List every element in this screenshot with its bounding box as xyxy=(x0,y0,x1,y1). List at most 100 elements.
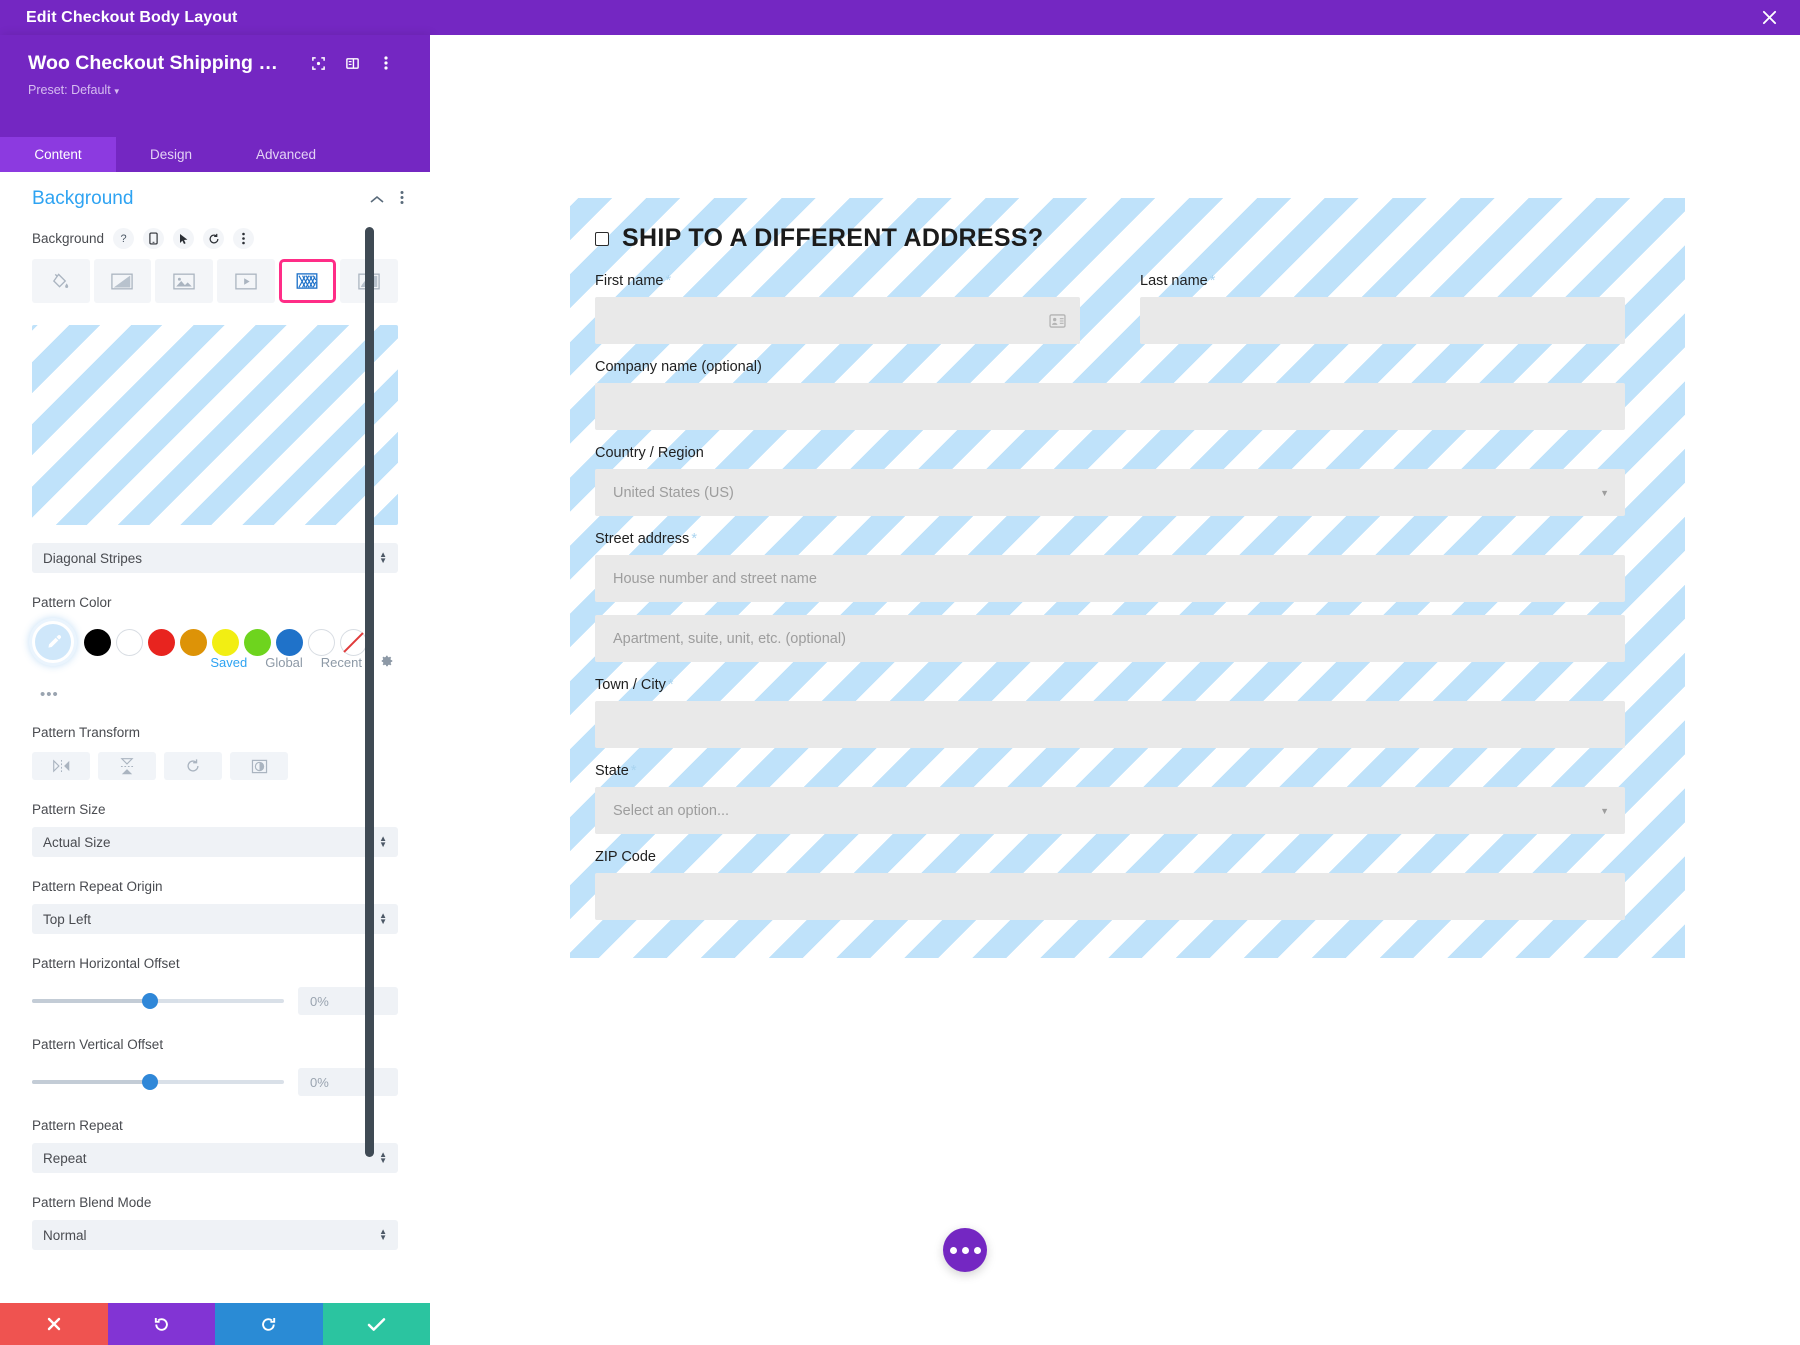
state-value: Select an option... xyxy=(613,803,729,819)
pattern-color-label: Pattern Color xyxy=(32,595,398,610)
more-colors-icon[interactable]: ••• xyxy=(40,686,59,703)
pattern-repeat-origin-label: Pattern Repeat Origin xyxy=(32,879,398,894)
swatch-transparent[interactable] xyxy=(340,629,367,656)
slider-fill xyxy=(32,999,150,1003)
background-pattern-tab[interactable] xyxy=(279,259,337,303)
horizontal-offset-input[interactable]: 0% xyxy=(298,987,398,1015)
preset-label: Preset: Default xyxy=(28,83,111,97)
pattern-blend-mode-select[interactable]: Normal xyxy=(32,1220,398,1250)
reset-icon[interactable] xyxy=(203,228,224,249)
rotate-button[interactable] xyxy=(164,752,222,780)
divi-builder-modal: Edit Checkout Body Layout Woo Checkout S… xyxy=(0,0,1800,1345)
state-select[interactable]: Select an option... ▼ xyxy=(595,787,1625,834)
city-group: Town / City* xyxy=(595,677,1625,748)
modal-title: Edit Checkout Body Layout xyxy=(26,9,237,27)
background-video-tab[interactable] xyxy=(217,259,275,303)
required-mark: * xyxy=(691,531,697,547)
background-label: Background xyxy=(32,231,104,246)
city-label-text: Town / City xyxy=(595,677,666,693)
background-image-tab[interactable] xyxy=(155,259,213,303)
zip-input[interactable] xyxy=(595,873,1625,920)
swatch-empty-white[interactable] xyxy=(308,629,335,656)
color-tab-saved[interactable]: Saved xyxy=(210,655,247,670)
tab-advanced[interactable]: Advanced xyxy=(226,137,346,172)
contact-card-icon[interactable] xyxy=(1049,314,1066,328)
address-line-2-input[interactable]: Apartment, suite, unit, etc. (optional) xyxy=(595,615,1625,662)
swatch-black[interactable] xyxy=(84,629,111,656)
cancel-button[interactable] xyxy=(0,1303,108,1345)
page-settings-fab[interactable] xyxy=(943,1228,987,1272)
vertical-offset-slider[interactable] xyxy=(32,1080,284,1084)
ship-to-different-address-checkbox[interactable] xyxy=(595,232,609,246)
country-label: Country / Region xyxy=(595,445,1625,461)
focus-target-icon[interactable] xyxy=(304,49,332,77)
horizontal-offset-slider[interactable] xyxy=(32,999,284,1003)
more-options-icon[interactable] xyxy=(400,190,404,209)
background-section-header[interactable]: Background xyxy=(0,172,430,214)
state-group: State* Select an option... ▼ xyxy=(595,763,1625,834)
first-name-label: First name* xyxy=(595,273,1080,289)
address-line-2-placeholder: Apartment, suite, unit, etc. (optional) xyxy=(613,631,846,647)
panel-header: Woo Checkout Shipping Set... xyxy=(0,35,430,137)
company-input[interactable] xyxy=(595,383,1625,430)
more-options-icon[interactable] xyxy=(233,228,254,249)
pattern-repeat-origin-select[interactable]: Top Left xyxy=(32,904,398,934)
swatch-blue[interactable] xyxy=(276,629,303,656)
swatch-orange[interactable] xyxy=(180,629,207,656)
chevron-up-icon[interactable] xyxy=(370,192,384,207)
swatch-red[interactable] xyxy=(148,629,175,656)
last-name-input[interactable] xyxy=(1140,297,1625,344)
tab-content[interactable]: Content xyxy=(0,137,116,172)
pattern-size-select[interactable]: Actual Size xyxy=(32,827,398,857)
color-tab-global[interactable]: Global xyxy=(265,655,303,670)
pattern-repeat-label: Pattern Repeat xyxy=(32,1118,398,1133)
pattern-vertical-offset-label: Pattern Vertical Offset xyxy=(32,1037,398,1052)
swatch-yellow[interactable] xyxy=(212,629,239,656)
responsive-phone-icon[interactable] xyxy=(143,228,164,249)
pattern-transform-label: Pattern Transform xyxy=(32,725,398,740)
preset-selector[interactable]: Preset: Default▼ xyxy=(28,83,410,97)
redo-button[interactable] xyxy=(215,1303,323,1345)
slider-knob[interactable] xyxy=(142,1074,158,1090)
country-value: United States (US) xyxy=(613,485,734,501)
panel-scrollbar[interactable] xyxy=(365,227,374,1157)
tab-design[interactable]: Design xyxy=(116,137,226,172)
swatch-white[interactable] xyxy=(116,629,143,656)
pattern-style-select[interactable]: Diagonal Stripes xyxy=(32,543,398,573)
pattern-transform-buttons xyxy=(32,752,398,780)
zip-label: ZIP Code xyxy=(595,849,1625,865)
last-name-label-text: Last name xyxy=(1140,273,1208,289)
name-row: First name* Last name* xyxy=(595,273,1625,344)
street-address-input[interactable]: House number and street name xyxy=(595,555,1625,602)
hover-cursor-icon[interactable] xyxy=(173,228,194,249)
invert-button[interactable] xyxy=(230,752,288,780)
color-tab-recent[interactable]: Recent xyxy=(321,655,362,670)
country-select[interactable]: United States (US) ▼ xyxy=(595,469,1625,516)
pattern-repeat-select[interactable]: Repeat xyxy=(32,1143,398,1173)
slider-knob[interactable] xyxy=(142,993,158,1009)
layout-columns-icon[interactable] xyxy=(338,49,366,77)
undo-button[interactable] xyxy=(108,1303,216,1345)
chevron-down-icon: ▼ xyxy=(1600,806,1609,816)
flip-vertical-button[interactable] xyxy=(98,752,156,780)
first-name-input[interactable] xyxy=(595,297,1080,344)
city-input[interactable] xyxy=(595,701,1625,748)
close-icon[interactable] xyxy=(1756,5,1782,31)
city-label: Town / City* xyxy=(595,677,1625,693)
swatch-green[interactable] xyxy=(244,629,271,656)
street-address-label: Street address* xyxy=(595,531,1625,547)
vertical-offset-input[interactable]: 0% xyxy=(298,1068,398,1096)
save-button[interactable] xyxy=(323,1303,431,1345)
help-icon[interactable]: ? xyxy=(113,228,134,249)
gear-icon[interactable] xyxy=(380,654,394,671)
state-label: State* xyxy=(595,763,1625,779)
checkout-shipping-section: SHIP TO A DIFFERENT ADDRESS? First name* xyxy=(570,198,1685,958)
slider-fill xyxy=(32,1080,150,1084)
flip-horizontal-button[interactable] xyxy=(32,752,90,780)
required-mark: * xyxy=(1210,273,1216,289)
background-color-tab[interactable] xyxy=(32,259,90,303)
last-name-label: Last name* xyxy=(1140,273,1625,289)
background-gradient-tab[interactable] xyxy=(94,259,152,303)
required-mark: * xyxy=(668,677,674,693)
more-options-icon[interactable] xyxy=(372,49,400,77)
